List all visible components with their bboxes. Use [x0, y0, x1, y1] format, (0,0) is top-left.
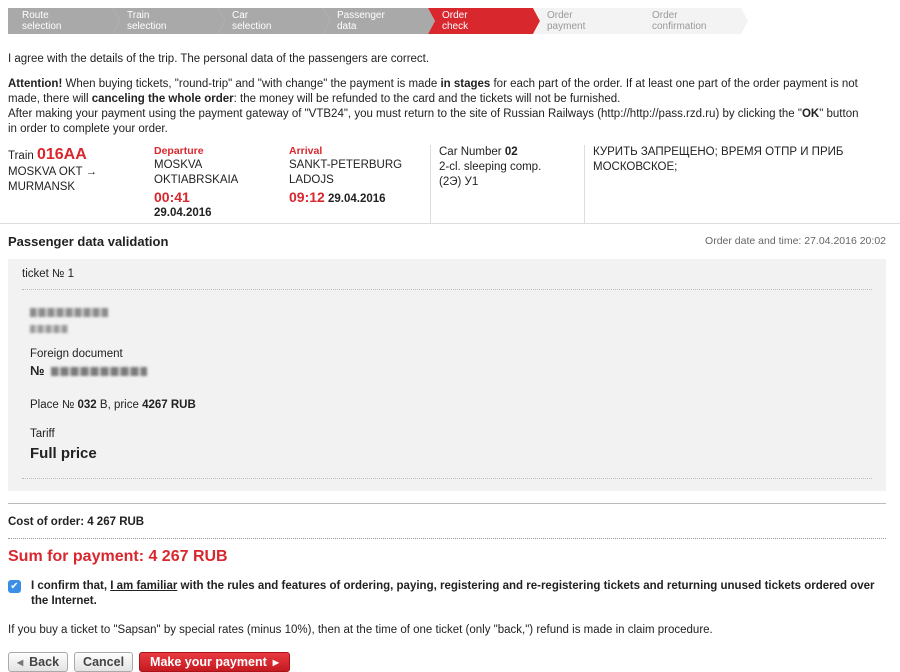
- passenger-birthdate-redacted: [30, 324, 68, 333]
- step-label: Route: [22, 10, 49, 21]
- confirm-text-part: I confirm that,: [31, 580, 111, 593]
- step-car-selection[interactable]: Car selection: [218, 8, 330, 34]
- step-label: Order: [442, 10, 468, 21]
- step-label: selection: [232, 21, 272, 32]
- place-prefix: Place №: [30, 399, 75, 412]
- place-info: Place № 032 В, price 4267 RUB: [30, 398, 872, 413]
- train-route: MOSKVA OKT → MURMANSK: [8, 166, 98, 194]
- step-label: selection: [22, 21, 62, 32]
- rules-link[interactable]: I am familiar: [110, 580, 177, 592]
- step-label: payment: [547, 21, 586, 32]
- step-label: Passenger: [337, 10, 385, 21]
- car-label: Car Number: [439, 145, 502, 158]
- departure-label: Departure: [154, 144, 204, 157]
- attention-text: When buying tickets, "round-trip" and "w…: [62, 77, 441, 90]
- car-cell: Car Number 02 2-cl. sleeping comp. (2Э) …: [431, 144, 585, 223]
- document-number-redacted: [50, 367, 147, 377]
- step-order-check: Order check: [428, 8, 540, 34]
- attention-text: After making your payment using the paym…: [8, 107, 802, 120]
- document-number: №: [30, 363, 872, 380]
- step-passenger-data[interactable]: Passenger data: [323, 8, 435, 34]
- step-label: Order: [547, 10, 573, 21]
- tariff-value: Full price: [30, 445, 97, 463]
- make-payment-button[interactable]: Make your payment ▶: [139, 652, 290, 672]
- train-number: 016AA: [36, 145, 87, 163]
- section-title: Passenger data validation: [8, 233, 169, 249]
- departure-station: MOSKVA OKTIABRSKAIA: [154, 159, 239, 187]
- arrival-time: 09:12: [289, 189, 325, 206]
- step-label: Train: [127, 10, 150, 21]
- divider: [8, 537, 886, 539]
- trip-details: Train 016AA MOSKVA OKT → MURMANSK Depart…: [8, 144, 900, 223]
- step-label: Car: [232, 10, 249, 21]
- step-label: data: [337, 21, 357, 32]
- order-steps: Route selection Train selection Car selecti…: [8, 8, 748, 42]
- step-label: confirmation: [652, 21, 707, 32]
- step-label: selection: [127, 21, 167, 32]
- car-class: 2-cl. sleeping comp.: [439, 160, 542, 173]
- agree-text: I agree with the details of the trip. Th…: [8, 53, 430, 65]
- arrival-station: SANKT-PETERBURG LADOJS: [289, 159, 403, 187]
- tariff-label: Tariff: [30, 428, 55, 441]
- terms-confirmation: ✔ I confirm that, I am familiar with the…: [8, 579, 886, 609]
- ticket-card: ticket № 1 Foreign document № Place № 03…: [8, 258, 886, 491]
- step-label: Order: [652, 10, 678, 21]
- arrival-label: Arrival: [289, 144, 323, 157]
- confirm-checkbox[interactable]: ✔: [8, 580, 21, 594]
- payment-sum: Sum for payment: 4 267 RUB: [8, 547, 228, 565]
- departure-time: 00:41: [154, 189, 190, 206]
- validation-header: Passenger data validation Order date and…: [8, 234, 886, 251]
- divider: [0, 222, 900, 224]
- step-order-payment: Order payment: [533, 8, 645, 34]
- pay-label: Make your payment: [150, 655, 267, 670]
- sapsan-note: If you buy a ticket to "Sapsan" by speci…: [8, 624, 713, 637]
- attention-bold: OK: [801, 107, 820, 120]
- arrival-cell: Arrival SANKT-PETERBURG LADOJS 09:12 29.…: [289, 144, 431, 223]
- divider: [22, 477, 872, 479]
- step-label: check: [442, 21, 469, 32]
- ticket-price: 4267 RUB: [142, 399, 196, 412]
- train-label: Train: [8, 149, 34, 162]
- passenger-name-redacted: [30, 307, 108, 317]
- attention-label: Attention!: [8, 77, 63, 90]
- step-route-selection[interactable]: Route selection: [8, 8, 120, 34]
- attention-bold: in stages: [440, 77, 491, 90]
- attention-notice: Attention! When buying tickets, "round-t…: [8, 77, 868, 137]
- step-order-confirmation: Order confirmation: [638, 8, 748, 34]
- place-number: 032: [77, 399, 97, 412]
- order-date: Order date and time: 27.04.2016 20:02: [705, 235, 886, 248]
- step-train-selection[interactable]: Train selection: [113, 8, 225, 34]
- action-buttons: ◀ Back Cancel Make your payment ▶: [8, 652, 900, 672]
- attention-bold: canceling the whole order: [91, 92, 234, 105]
- document-number-prefix: №: [30, 363, 45, 379]
- departure-cell: Departure MOSKVA OKTIABRSKAIA 00:41 29.0…: [154, 145, 289, 223]
- cancel-button[interactable]: Cancel: [74, 652, 134, 672]
- arrival-date: 29.04.2016: [328, 193, 386, 206]
- car-service-class: (2Э) У1: [439, 175, 479, 188]
- train-notes: КУРИТЬ ЗАПРЕЩЕНО; ВРЕМЯ ОТПР И ПРИБ МОСК…: [593, 145, 844, 173]
- attention-text: : the money will be refunded to the card…: [233, 92, 621, 105]
- departure-date: 29.04.2016: [154, 207, 212, 220]
- train-cell: Train 016AA MOSKVA OKT → MURMANSK: [8, 145, 154, 223]
- cancel-label: Cancel: [83, 655, 125, 670]
- car-number: 02: [504, 145, 518, 158]
- place-mid: В, price: [96, 399, 143, 412]
- confirm-text: I confirm that, I am familiar with the r…: [31, 579, 886, 609]
- back-button[interactable]: ◀ Back: [8, 652, 69, 672]
- document-type: Foreign document: [30, 347, 123, 360]
- divider: [8, 502, 886, 504]
- order-cost: Cost of order: 4 267 RUB: [8, 515, 145, 528]
- ticket-title: ticket № 1: [22, 267, 872, 290]
- back-label: Back: [29, 655, 60, 670]
